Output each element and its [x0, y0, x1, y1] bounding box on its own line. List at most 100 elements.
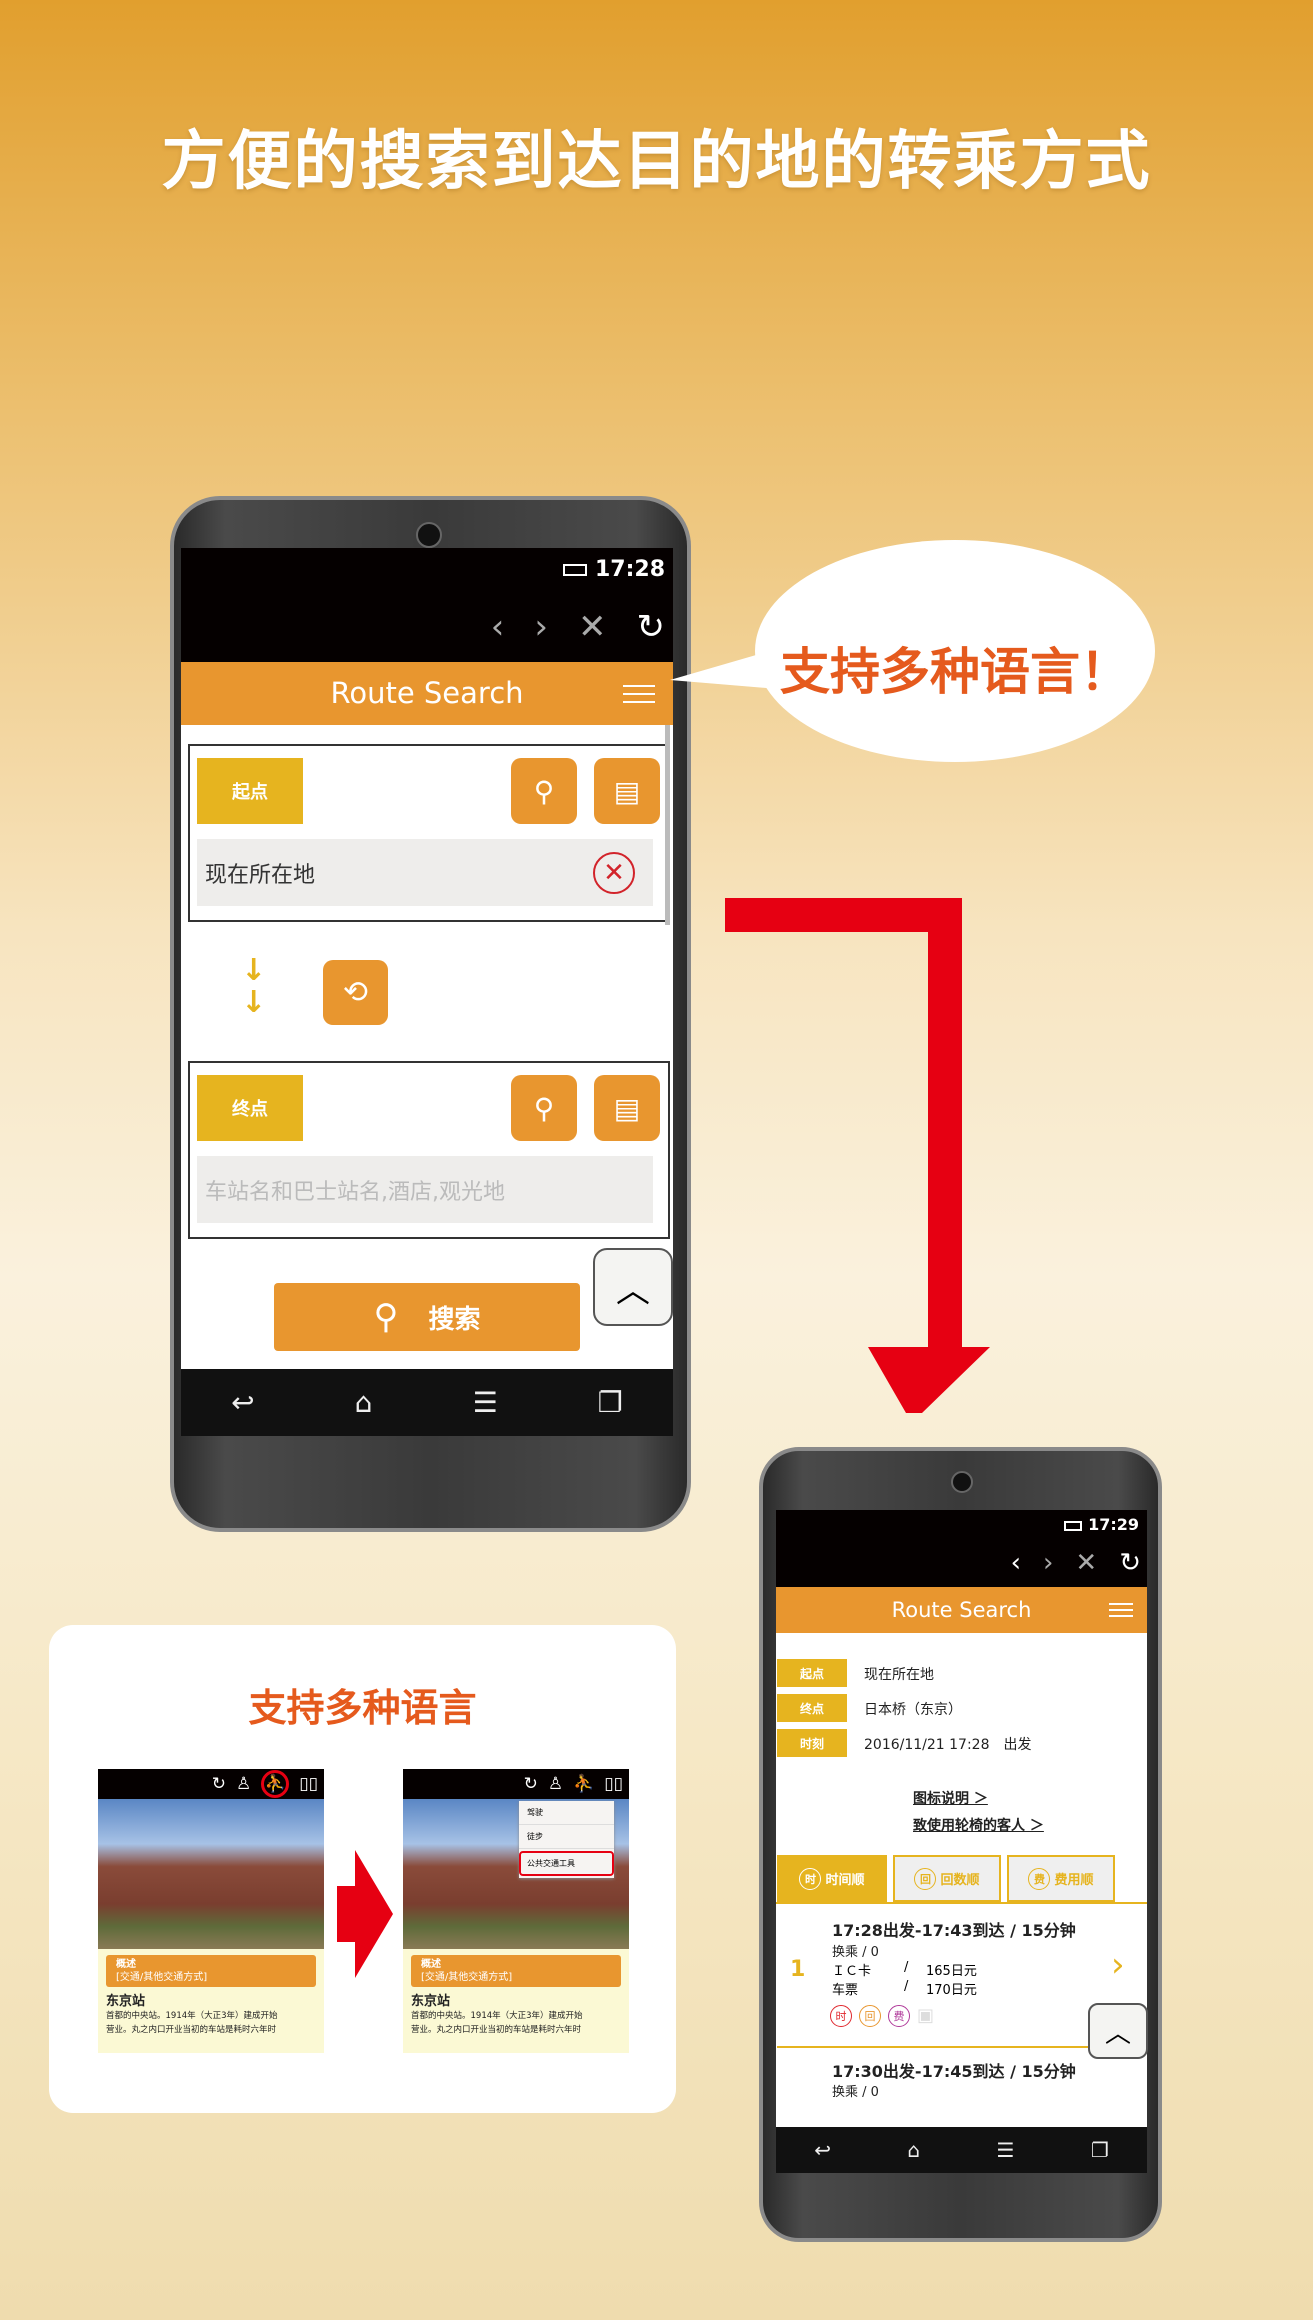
status-bar: 17:29 — [776, 1510, 1147, 1539]
origin-label: 起点 — [197, 758, 303, 824]
ticket-label: 车票 — [832, 1983, 859, 1998]
destination-input[interactable]: 车站名和巴士站名,酒店,观光地 — [197, 1156, 653, 1223]
phone-2-screen: 17:29 ‹ › ✕ ↻ Route Search 起点 现在所在地 终点 日本桥（… — [776, 1510, 1147, 2173]
destination-placeholder: 车站名和巴士站名,酒店,观光地 — [205, 1179, 505, 1205]
summary-label: 时刻 — [777, 1729, 847, 1757]
screenshot-before: ↻ ♙ ⛹ ▯▯ 概述 [交通/其他交通方式] 东京站 首都的中央站。1914年（大正3… — [98, 1769, 324, 2053]
menu-item-public-transit[interactable]: 公共交通工具 — [519, 1851, 614, 1876]
summary-value: 日本桥（东京） — [864, 1702, 962, 1718]
search-button[interactable]: ⚲ 搜索 — [274, 1283, 580, 1351]
menu-icon[interactable]: ☰ — [473, 1386, 498, 1419]
fare-badge: 费 — [888, 2005, 910, 2027]
ticket-fare: 170日元 — [926, 1983, 977, 1998]
home-icon[interactable]: ⌂ — [355, 1386, 373, 1419]
language-card: 支持多种语言 ↻ ♙ ⛹ ▯▯ 概述 [交通/其他交通方式] 东京站 首都的中央站。19… — [49, 1625, 676, 2113]
place-desc: 首都的中央站。1914年（大正3年）建成开始 — [411, 2011, 583, 2021]
summary-label: 终点 — [777, 1694, 847, 1722]
tab-label: 回数顺 — [940, 1873, 980, 1888]
battery-icon — [562, 564, 587, 576]
earpiece — [416, 522, 442, 548]
wheelchair-link[interactable]: 致使用轮椅的客人 ＞ — [913, 1815, 1044, 1835]
status-bar: 17:28 — [181, 548, 673, 592]
chevron-left-icon[interactable]: ‹ — [1011, 1548, 1021, 1578]
result-title: 17:28出发-17:43到达 / 15分钟 — [832, 1921, 1076, 1940]
search-label: 搜索 — [428, 1304, 481, 1335]
map-pin-button[interactable]: ⚲ — [511, 758, 577, 824]
origin-input[interactable]: 现在所在地 ✕ — [197, 839, 653, 906]
chevron-right-icon[interactable]: › — [1111, 1945, 1125, 1985]
result-number: 1 — [790, 1957, 806, 1982]
route-mode-icon: ⛹ — [573, 1774, 595, 1794]
windows-icon[interactable]: ❐ — [1091, 2138, 1109, 2162]
windows-icon[interactable]: ❐ — [598, 1386, 623, 1419]
red-right-arrow — [337, 1850, 393, 1978]
destination-label: 终点 — [197, 1075, 303, 1141]
back-icon[interactable]: ↩ — [231, 1386, 254, 1419]
location-pin-icon: ⚲ — [533, 1091, 555, 1125]
app-header: Route Search — [181, 662, 673, 725]
scroll-top-button[interactable]: ︿ — [593, 1248, 673, 1326]
icon-legend-link[interactable]: 图标说明 ＞ — [913, 1788, 988, 1808]
menu-item-walk[interactable]: 徒步 — [519, 1825, 614, 1849]
tokyo-station-photo — [98, 1799, 324, 1949]
separator: / — [904, 1960, 909, 1975]
chevron-left-icon[interactable]: ‹ — [491, 607, 505, 647]
pedestrian-icon: ♙ — [236, 1774, 252, 1794]
swap-button[interactable]: ⟲ — [323, 960, 388, 1025]
result-title: 17:30出发-17:45到达 / 15分钟 — [832, 2062, 1076, 2081]
tab-fare-order[interactable]: 费费用顺 — [1007, 1855, 1115, 1902]
result-transfer: 换乘 / 0 — [832, 1945, 879, 1960]
chevron-right-icon[interactable]: › — [534, 607, 548, 647]
history-button[interactable]: ▤ — [594, 758, 660, 824]
book-icon: ▯▯ — [299, 1774, 318, 1794]
clear-icon[interactable]: ✕ — [593, 851, 635, 894]
mode-menu: 驾驶 徒步 公共交通工具 — [519, 1801, 614, 1878]
info-title: 概述 — [421, 1959, 441, 1970]
result-divider — [777, 2046, 1107, 2048]
place-desc: 营业。丸之内口开业当初的车站是耗时六年时 — [411, 2025, 582, 2035]
app-header: Route Search — [776, 1587, 1147, 1633]
map-pin-button-2[interactable]: ⚲ — [511, 1075, 577, 1141]
home-icon[interactable]: ⌂ — [907, 2138, 920, 2162]
transfer-icon: 回 — [914, 1867, 937, 1890]
document-icon: ▤ — [613, 774, 641, 808]
headline: 方便的搜索到达目的地的转乘方式 — [161, 125, 1152, 199]
refresh-icon[interactable]: ↻ — [1119, 1548, 1141, 1578]
tab-transfer-order[interactable]: 回回数顺 — [893, 1855, 1001, 1902]
menu-icon[interactable]: ☰ — [996, 2138, 1014, 2162]
info-box: 概述 [交通/其他交通方式] — [411, 1955, 621, 1987]
search-icon: ⚲ — [373, 1297, 399, 1337]
time-badge: 时 — [830, 2005, 852, 2027]
summary-value: 现在所在地 — [864, 1667, 934, 1683]
refresh-icon: ↻ — [211, 1774, 227, 1794]
ic-fare: 165日元 — [926, 1964, 977, 1979]
hamburger-menu-icon[interactable] — [623, 679, 655, 709]
history-button-2[interactable]: ▤ — [594, 1075, 660, 1141]
separator: / — [904, 1979, 909, 1994]
summary-label: 起点 — [777, 1659, 847, 1687]
place-name: 东京站 — [411, 1994, 451, 2009]
document-icon: ▤ — [613, 1091, 641, 1125]
direction-arrows-icon: ↓ ↓ — [241, 953, 267, 1020]
bus-icon: ▣ — [917, 2005, 935, 2026]
time-icon: 时 — [799, 1867, 822, 1890]
callout-text: 支持多种语言！ — [780, 643, 1130, 701]
route-mode-icon: ⛹ — [261, 1770, 290, 1798]
place-desc: 营业。丸之内口开业当初的车站是耗时六年时 — [106, 2025, 277, 2035]
tab-time-order[interactable]: 时时间顺 — [777, 1855, 887, 1902]
browser-nav: ‹ › ✕ ↻ — [776, 1539, 1147, 1587]
scroll-top-button[interactable]: ︿ — [1088, 2003, 1148, 2059]
place-desc: 首都的中央站。1914年（大正3年）建成开始 — [106, 2011, 278, 2021]
hamburger-menu-icon[interactable] — [1109, 1599, 1133, 1621]
status-time: 17:28 — [594, 557, 665, 582]
bottom-nav: ↩ ⌂ ☰ ❐ — [181, 1369, 673, 1436]
swap-icon: ⟲ — [342, 975, 369, 1010]
close-icon[interactable]: ✕ — [578, 607, 607, 647]
menu-item-drive[interactable]: 驾驶 — [519, 1801, 614, 1825]
thumb-toolbar: ↻ ♙ ⛹ ▯▯ — [98, 1769, 324, 1799]
close-icon[interactable]: ✕ — [1075, 1548, 1097, 1578]
location-pin-icon: ⚲ — [533, 774, 555, 808]
screenshot-after: ↻ ♙ ⛹ ▯▯ 驾驶 徒步 公共交通工具 概述 [交通/其他交通方式] 东京站 首都的… — [403, 1769, 629, 2053]
back-icon[interactable]: ↩ — [814, 2138, 831, 2162]
chevron-right-icon[interactable]: › — [1043, 1548, 1053, 1578]
